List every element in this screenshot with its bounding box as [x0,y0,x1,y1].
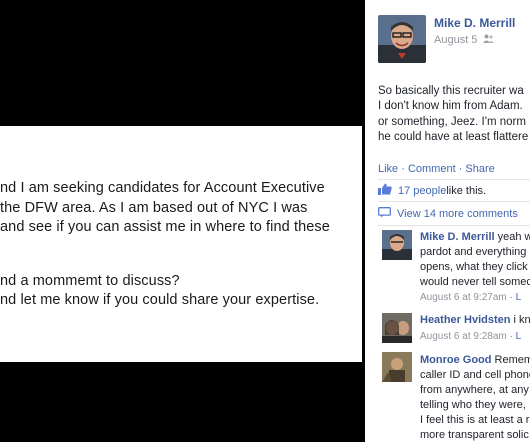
comment-meta: August 6 at 9:27am · L [420,292,521,303]
comment-text-line: from anywhere, at any [420,384,529,396]
post-date[interactable]: August 5 [434,34,495,46]
post-text-line: I don't know him from Adam. [378,100,523,112]
comment-text: Heather Hvidsten i kn [420,314,530,326]
comment-text-line: telling who they were, [420,399,526,411]
commenter-avatar[interactable] [382,230,412,260]
divider [378,179,530,180]
post-text-line: So basically this recruiter wa [378,85,524,97]
email-line: nd a mommemt to discuss? [0,273,180,289]
comment-icon [378,207,391,221]
friends-audience-icon [483,34,495,46]
commenter-avatar[interactable] [382,352,412,382]
comment-text-line: pardot and everything [420,246,527,258]
divider [378,201,530,202]
post-text-line: he could have at least flattere [378,131,529,143]
comment-text-line: would never tell somec [420,276,530,288]
author-name[interactable]: Mike D. Merrill [434,16,515,30]
email-line: the DFW area. As I am based out of NYC I… [0,200,308,216]
comment-time[interactable]: August 6 at 9:28am [420,331,507,342]
comment-like-link[interactable]: · L [507,331,522,342]
post-actions[interactable]: Like · Comment · Share [378,163,495,175]
commenter-name[interactable]: Heather Hvidsten [420,314,510,326]
comment-meta: August 6 at 9:28am · L [420,331,521,342]
comment-text-line: caller ID and cell phone [420,369,530,381]
post-text-line: or something, Jeez. I'm norm [378,116,526,128]
email-line: and see if you can assist me in where to… [0,219,330,235]
likes-link[interactable]: 17 people [398,185,446,197]
commenter-avatar[interactable] [382,313,412,343]
comment-text: Monroe Good Remem [420,354,530,366]
author-avatar[interactable] [378,15,426,63]
thumbs-up-icon [378,183,392,198]
facebook-post: Mike D. Merrill August 5 So basically th… [365,0,530,442]
comment-text-line: I feel this is at least a r [420,414,530,426]
comment-text-line: more transparent solic [420,429,529,441]
comment-time[interactable]: August 6 at 9:27am [420,292,507,303]
commenter-name[interactable]: Mike D. Merrill [420,231,495,243]
comment-like-link[interactable]: · L [507,292,522,303]
likes-text: like this. [446,184,487,197]
post-date-text: August 5 [434,34,478,46]
comment-text-first: Remem [491,354,530,366]
commenter-name[interactable]: Monroe Good [420,354,492,366]
email-line: nd I am seeking candidates for Account E… [0,180,325,196]
email-line: nd let me know if you could share your e… [0,292,320,308]
comment-text: Mike D. Merrill yeah w [420,231,530,243]
comment-text-first: yeah w [494,231,530,243]
comment-text-first: i kn [510,314,530,326]
view-more-comments[interactable]: View 14 more comments [378,207,518,221]
email-body: nd I am seeking candidates for Account E… [0,126,362,362]
likes-summary: 17 people like this. [378,183,486,198]
divider [378,225,530,226]
comment-text-line: opens, what they click [420,261,528,273]
view-more-label: View 14 more comments [397,208,518,220]
